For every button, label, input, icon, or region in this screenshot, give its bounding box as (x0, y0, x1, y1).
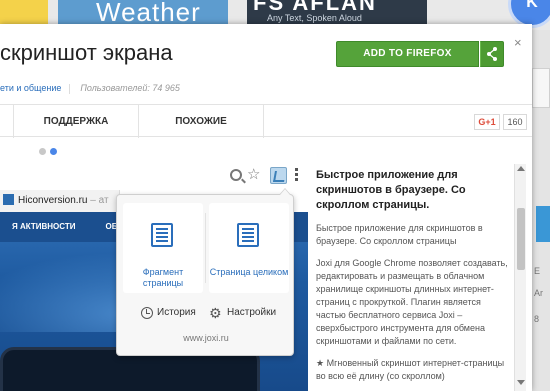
app-tile-promo[interactable]: FS AFLAN Any Text, Spoken Aloud (247, 0, 427, 24)
close-icon[interactable]: × (514, 35, 522, 50)
extension-meta: ети и общение Пользователей: 74 965 (0, 83, 180, 94)
document-icon (237, 223, 259, 247)
share-button[interactable] (480, 41, 504, 67)
joxi-popup: Фрагмент страницы Страница целиком Истор… (116, 188, 295, 356)
rail-thumbnail[interactable] (536, 206, 550, 242)
tile-promo-subtitle: Any Text, Spoken Aloud (267, 13, 362, 23)
extension-dialog: скриншот экрана ети и общение Пользовател… (0, 24, 532, 391)
app-tile-weather[interactable]: Weather (58, 0, 228, 24)
description-paragraph: ★ Мгновенный скриншот интернет-страницы … (316, 358, 505, 381)
fragment-option: Фрагмент страницы (123, 203, 203, 293)
description-paragraph: Joxi для Google Chrome позволяет создава… (316, 258, 508, 346)
add-to-firefox-button[interactable]: ADD TO FIREFOX (336, 41, 479, 67)
fragment-label: Фрагмент страницы (142, 267, 184, 288)
document-icon (151, 223, 173, 247)
scroll-down-icon[interactable] (517, 380, 525, 385)
favicon-icon (3, 193, 14, 205)
rail-text-1: E (534, 266, 541, 276)
scroll-up-icon[interactable] (517, 166, 525, 171)
tab-similar[interactable]: ПОХОЖИЕ (139, 105, 264, 138)
extension-title: скриншот экрана (0, 40, 173, 65)
description-heading: Быстрое приложение для скриншотов в брау… (316, 169, 466, 211)
store-right-rail: E Ar 8 (530, 30, 550, 391)
rail-text-2: Ar (534, 288, 543, 298)
gear-icon: ⚙ (209, 305, 222, 321)
history-link: История (157, 307, 196, 318)
scroll-thumb[interactable] (517, 208, 525, 270)
popup-url: www.joxi.ru (183, 333, 229, 343)
tab-overview[interactable] (0, 105, 14, 138)
app-tile-yellow[interactable] (0, 0, 48, 24)
full-page-option: Страница целиком (209, 203, 289, 293)
site-nav-item: Я АКТИВНОСТИ (12, 222, 76, 231)
rail-text-3: 8 (534, 314, 540, 324)
carousel-dot-1[interactable] (39, 148, 46, 155)
dialog-tabs: ПОДДЕРЖКА ПОХОЖИЕ G+1 160 (0, 104, 532, 138)
full-page-label: Страница целиком (209, 267, 289, 277)
browser-tab: Hiconversion.ru – ат (0, 190, 120, 212)
popup-links: История ⚙ Настройки (117, 305, 295, 323)
joxi-icon (270, 167, 287, 184)
browser-toolbar: ☆ (0, 164, 308, 190)
category-link[interactable]: ети и общение (0, 83, 61, 93)
gplus-count: 160 (503, 114, 527, 130)
meta-divider (69, 83, 71, 94)
tab-support[interactable]: ПОДДЕРЖКА (14, 105, 139, 138)
popup-divider (205, 213, 206, 283)
share-icon (487, 47, 497, 61)
tab-title-suffix: – ат (87, 195, 109, 206)
avatar-letter: K (526, 0, 538, 11)
settings-link: Настройки (227, 307, 277, 318)
more-icon (295, 168, 298, 183)
star-icon: ☆ (247, 166, 261, 183)
clock-icon (141, 307, 153, 319)
description-scrollbar[interactable] (514, 164, 526, 391)
description-panel: Быстрое приложение для скриншотов в брау… (316, 164, 512, 391)
users-count: Пользователей: 74 965 (80, 83, 180, 93)
rail-card[interactable] (532, 68, 550, 108)
tab-title: Hiconversion.ru (18, 195, 88, 206)
gplus-button[interactable]: G+1 (474, 114, 500, 130)
search-icon (230, 169, 242, 181)
description-paragraph: Быстрое приложение для скриншотов в брау… (316, 223, 483, 246)
tile-weather-label: Weather (96, 0, 201, 24)
carousel-dot-2[interactable] (50, 148, 57, 155)
